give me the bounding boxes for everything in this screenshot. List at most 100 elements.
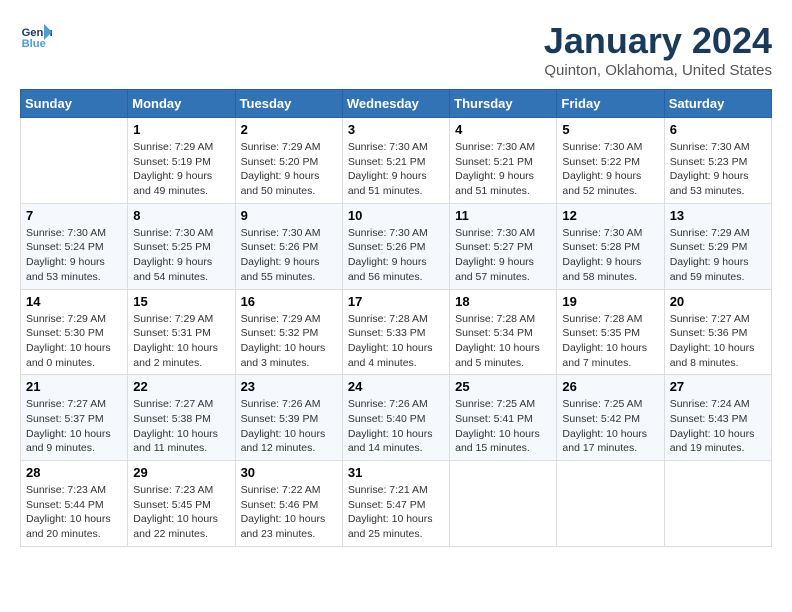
day-number: 21 (26, 379, 122, 394)
day-number: 22 (133, 379, 229, 394)
day-number: 4 (455, 122, 551, 137)
calendar-cell (664, 461, 771, 547)
cell-detail: Sunrise: 7:28 AMSunset: 5:35 PMDaylight:… (562, 312, 658, 371)
calendar-cell: 2Sunrise: 7:29 AMSunset: 5:20 PMDaylight… (235, 118, 342, 204)
title-block: January 2024 Quinton, Oklahoma, United S… (544, 20, 772, 79)
calendar-cell (557, 461, 664, 547)
day-number: 14 (26, 294, 122, 309)
day-number: 11 (455, 208, 551, 223)
day-number: 6 (670, 122, 766, 137)
calendar-cell: 6 Sunrise: 7:30 AMSunset: 5:23 PMDaylight… (664, 118, 771, 204)
cell-detail: Sunrise: 7:28 AMSunset: 5:34 PMDaylight:… (455, 312, 551, 371)
calendar-week-row: 14Sunrise: 7:29 AMSunset: 5:30 PMDayligh… (21, 289, 772, 375)
cell-detail: Sunrise: 7:25 AMSunset: 5:41 PMDaylight:… (455, 397, 551, 456)
cell-detail: Sunrise: 7:30 AMSunset: 5:22 PMDaylight:… (562, 140, 658, 199)
calendar-cell: 24Sunrise: 7:26 AMSunset: 5:40 PMDayligh… (342, 375, 449, 461)
cell-detail: Sunrise: 7:21 AMSunset: 5:47 PMDaylight:… (348, 483, 444, 542)
calendar-cell: 7 Sunrise: 7:30 AMSunset: 5:24 PMDaylight… (21, 203, 128, 289)
calendar-cell: 16 Sunrise: 7:29 AMSunset: 5:32 PMDayligh… (235, 289, 342, 375)
calendar-cell: 11 Sunrise: 7:30 AMSunset: 5:27 PMDayligh… (450, 203, 557, 289)
day-number: 25 (455, 379, 551, 394)
cell-detail: Sunrise: 7:30 AMSunset: 5:26 PMDaylight:… (241, 226, 337, 285)
calendar-cell: 5 Sunrise: 7:30 AMSunset: 5:22 PMDaylight… (557, 118, 664, 204)
calendar-cell (450, 461, 557, 547)
day-number: 10 (348, 208, 444, 223)
cell-detail: Sunrise: 7:26 AMSunset: 5:39 PMDaylight:… (241, 397, 337, 456)
calendar-cell: 31Sunrise: 7:21 AMSunset: 5:47 PMDayligh… (342, 461, 449, 547)
cell-detail: Sunrise: 7:30 AMSunset: 5:26 PMDaylight:… (348, 226, 444, 285)
calendar-cell: 23 Sunrise: 7:26 AMSunset: 5:39 PMDayligh… (235, 375, 342, 461)
cell-detail: Sunrise: 7:22 AMSunset: 5:46 PMDaylight:… (241, 483, 337, 542)
day-number: 24 (348, 379, 444, 394)
cell-detail: Sunrise: 7:30 AMSunset: 5:21 PMDaylight:… (455, 140, 551, 199)
calendar-cell: 9 Sunrise: 7:30 AMSunset: 5:26 PMDaylight… (235, 203, 342, 289)
calendar-cell: 25 Sunrise: 7:25 AMSunset: 5:41 PMDayligh… (450, 375, 557, 461)
weekday-header-row: SundayMondayTuesdayWednesdayThursdayFrid… (21, 90, 772, 118)
day-number: 8 (133, 208, 229, 223)
calendar-week-row: 7 Sunrise: 7:30 AMSunset: 5:24 PMDaylight… (21, 203, 772, 289)
calendar-body: 1Sunrise: 7:29 AMSunset: 5:19 PMDaylight… (21, 118, 772, 547)
calendar-cell: 12 Sunrise: 7:30 AMSunset: 5:28 PMDayligh… (557, 203, 664, 289)
day-number: 26 (562, 379, 658, 394)
calendar-cell (21, 118, 128, 204)
month-title: January 2024 (544, 20, 772, 62)
logo: General Blue (20, 20, 52, 52)
cell-detail: Sunrise: 7:27 AMSunset: 5:36 PMDaylight:… (670, 312, 766, 371)
cell-detail: Sunrise: 7:30 AMSunset: 5:28 PMDaylight:… (562, 226, 658, 285)
day-number: 15 (133, 294, 229, 309)
calendar-cell: 20 Sunrise: 7:27 AMSunset: 5:36 PMDayligh… (664, 289, 771, 375)
calendar-cell: 4 Sunrise: 7:30 AMSunset: 5:21 PMDaylight… (450, 118, 557, 204)
calendar-week-row: 21 Sunrise: 7:27 AMSunset: 5:37 PMDayligh… (21, 375, 772, 461)
day-number: 19 (562, 294, 658, 309)
day-number: 16 (241, 294, 337, 309)
calendar-cell: 15 Sunrise: 7:29 AMSunset: 5:31 PMDayligh… (128, 289, 235, 375)
calendar-cell: 27Sunrise: 7:24 AMSunset: 5:43 PMDayligh… (664, 375, 771, 461)
day-number: 7 (26, 208, 122, 223)
weekday-header-cell: Friday (557, 90, 664, 118)
day-number: 30 (241, 465, 337, 480)
cell-detail: Sunrise: 7:29 AMSunset: 5:31 PMDaylight:… (133, 312, 229, 371)
calendar-cell: 22 Sunrise: 7:27 AMSunset: 5:38 PMDayligh… (128, 375, 235, 461)
calendar-week-row: 28 Sunrise: 7:23 AMSunset: 5:44 PMDayligh… (21, 461, 772, 547)
weekday-header-cell: Thursday (450, 90, 557, 118)
cell-detail: Sunrise: 7:30 AMSunset: 5:21 PMDaylight:… (348, 140, 444, 199)
logo-icon: General Blue (20, 20, 52, 52)
calendar-cell: 21 Sunrise: 7:27 AMSunset: 5:37 PMDayligh… (21, 375, 128, 461)
cell-detail: Sunrise: 7:30 AMSunset: 5:24 PMDaylight:… (26, 226, 122, 285)
day-number: 9 (241, 208, 337, 223)
cell-detail: Sunrise: 7:29 AMSunset: 5:20 PMDaylight:… (241, 140, 337, 199)
cell-detail: Sunrise: 7:23 AMSunset: 5:44 PMDaylight:… (26, 483, 122, 542)
calendar-cell: 14Sunrise: 7:29 AMSunset: 5:30 PMDayligh… (21, 289, 128, 375)
calendar-cell: 8 Sunrise: 7:30 AMSunset: 5:25 PMDaylight… (128, 203, 235, 289)
calendar-cell: 1Sunrise: 7:29 AMSunset: 5:19 PMDaylight… (128, 118, 235, 204)
cell-detail: Sunrise: 7:30 AMSunset: 5:23 PMDaylight:… (670, 140, 766, 199)
day-number: 3 (348, 122, 444, 137)
calendar-week-row: 1Sunrise: 7:29 AMSunset: 5:19 PMDaylight… (21, 118, 772, 204)
day-number: 20 (670, 294, 766, 309)
day-number: 28 (26, 465, 122, 480)
day-number: 18 (455, 294, 551, 309)
cell-detail: Sunrise: 7:27 AMSunset: 5:37 PMDaylight:… (26, 397, 122, 456)
cell-detail: Sunrise: 7:24 AMSunset: 5:43 PMDaylight:… (670, 397, 766, 456)
cell-detail: Sunrise: 7:29 AMSunset: 5:32 PMDaylight:… (241, 312, 337, 371)
cell-detail: Sunrise: 7:30 AMSunset: 5:25 PMDaylight:… (133, 226, 229, 285)
cell-detail: Sunrise: 7:25 AMSunset: 5:42 PMDaylight:… (562, 397, 658, 456)
cell-detail: Sunrise: 7:30 AMSunset: 5:27 PMDaylight:… (455, 226, 551, 285)
page-header: General Blue January 2024 Quinton, Oklah… (20, 20, 772, 79)
calendar-cell: 18 Sunrise: 7:28 AMSunset: 5:34 PMDayligh… (450, 289, 557, 375)
day-number: 23 (241, 379, 337, 394)
cell-detail: Sunrise: 7:29 AMSunset: 5:19 PMDaylight:… (133, 140, 229, 199)
calendar-cell: 17Sunrise: 7:28 AMSunset: 5:33 PMDayligh… (342, 289, 449, 375)
weekday-header-cell: Tuesday (235, 90, 342, 118)
day-number: 29 (133, 465, 229, 480)
day-number: 12 (562, 208, 658, 223)
cell-detail: Sunrise: 7:27 AMSunset: 5:38 PMDaylight:… (133, 397, 229, 456)
day-number: 17 (348, 294, 444, 309)
calendar-cell: 3 Sunrise: 7:30 AMSunset: 5:21 PMDaylight… (342, 118, 449, 204)
calendar-table: SundayMondayTuesdayWednesdayThursdayFrid… (20, 89, 772, 547)
calendar-cell: 28 Sunrise: 7:23 AMSunset: 5:44 PMDayligh… (21, 461, 128, 547)
calendar-cell: 30 Sunrise: 7:22 AMSunset: 5:46 PMDayligh… (235, 461, 342, 547)
calendar-cell: 10 Sunrise: 7:30 AMSunset: 5:26 PMDayligh… (342, 203, 449, 289)
day-number: 5 (562, 122, 658, 137)
weekday-header-cell: Wednesday (342, 90, 449, 118)
